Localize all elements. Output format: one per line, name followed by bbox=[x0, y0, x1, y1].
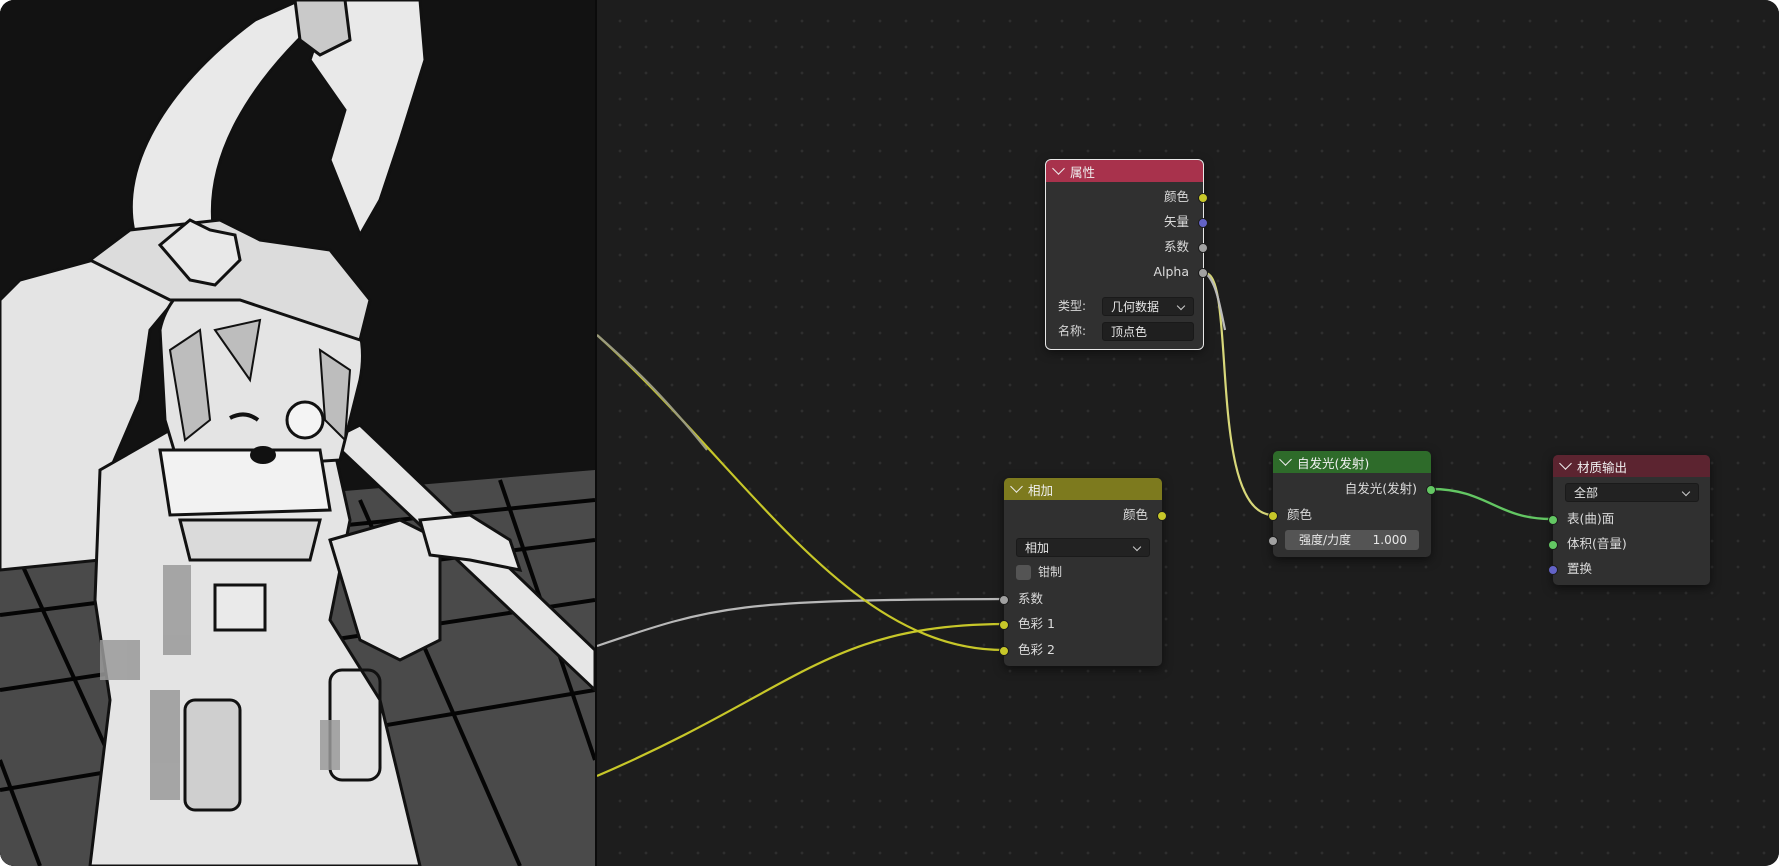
shader-socket-icon[interactable] bbox=[1426, 485, 1436, 495]
attribute-node-title: 属性 bbox=[1070, 164, 1096, 180]
mix-input-color1-label: 色彩 1 bbox=[1018, 616, 1055, 631]
material-output-node[interactable]: 材质输出 全部 表(曲)面 体积(音量) 置换 bbox=[1548, 455, 1710, 585]
mix-input-color1: 色彩 1 bbox=[999, 615, 1162, 633]
vector-socket-icon[interactable] bbox=[1198, 218, 1208, 228]
output-alpha-label: Alpha bbox=[1153, 264, 1189, 279]
strength-label: 强度/力度 bbox=[1299, 533, 1352, 547]
mix-input-color2-label: 色彩 2 bbox=[1018, 642, 1055, 657]
surface-label: 表(曲)面 bbox=[1567, 511, 1615, 526]
collapse-chevron-icon[interactable] bbox=[1052, 161, 1065, 175]
emission-output: 自发光(发射) bbox=[1273, 480, 1436, 498]
blend-mode-dropdown[interactable]: 相加 bbox=[1016, 538, 1150, 557]
viewport-render bbox=[0, 0, 595, 866]
attribute-type-value: 几何数据 bbox=[1111, 300, 1160, 314]
link-yellow-to-mix-color2 bbox=[597, 334, 1005, 652]
mix-node[interactable]: 相加 颜色 相加 钳制 系数 色彩 1 色彩 2 bbox=[999, 478, 1167, 666]
mix-input-color2: 色彩 2 bbox=[999, 641, 1162, 659]
color-socket-icon[interactable] bbox=[1157, 511, 1167, 521]
factor-socket-icon[interactable] bbox=[1198, 243, 1208, 253]
chevron-down-icon bbox=[1132, 542, 1142, 552]
emission-node-header[interactable]: 自发光(发射) bbox=[1273, 451, 1431, 473]
mix-node-header[interactable]: 相加 bbox=[1004, 478, 1162, 500]
collapse-chevron-icon[interactable] bbox=[1279, 452, 1292, 466]
output-input-volume: 体积(音量) bbox=[1548, 535, 1710, 553]
link-yellow-to-mix-color1 bbox=[597, 622, 1005, 778]
link-gray-to-mix-factor bbox=[597, 597, 1005, 648]
emission-input-color-label: 颜色 bbox=[1287, 507, 1313, 522]
vector-socket-icon[interactable] bbox=[1548, 565, 1558, 575]
emission-node-title: 自发光(发射) bbox=[1297, 455, 1370, 471]
strength-socket-icon[interactable] bbox=[1268, 536, 1278, 546]
name-label: 名称: bbox=[1058, 324, 1087, 338]
chevron-down-icon bbox=[1681, 487, 1691, 497]
displacement-label: 置换 bbox=[1567, 561, 1593, 576]
output-vector: 矢量 bbox=[1046, 213, 1208, 231]
attribute-type-dropdown[interactable]: 几何数据 bbox=[1102, 297, 1194, 316]
color-socket-icon[interactable] bbox=[1198, 193, 1208, 203]
mix-input-factor-label: 系数 bbox=[1018, 591, 1044, 606]
output-input-surface: 表(曲)面 bbox=[1548, 510, 1710, 528]
strength-value: 1.000 bbox=[1372, 533, 1407, 547]
material-output-title: 材质输出 bbox=[1577, 459, 1628, 475]
attribute-name-field[interactable]: 顶点色 bbox=[1102, 322, 1194, 341]
shader-socket-icon[interactable] bbox=[1548, 515, 1558, 525]
render-target-dropdown[interactable]: 全部 bbox=[1565, 483, 1699, 502]
chevron-down-icon bbox=[1176, 301, 1186, 311]
clamp-checkbox[interactable] bbox=[1016, 565, 1031, 580]
emission-node[interactable]: 自发光(发射) 自发光(发射) 颜色 强度/力度 1.000 bbox=[1268, 451, 1436, 557]
shader-socket-icon[interactable] bbox=[1548, 540, 1558, 550]
3d-viewport[interactable] bbox=[0, 0, 595, 866]
attribute-node-header[interactable]: 属性 bbox=[1046, 160, 1203, 182]
factor-socket-icon[interactable] bbox=[999, 595, 1009, 605]
mix-input-factor: 系数 bbox=[999, 590, 1162, 608]
shader-node-editor[interactable]: 属性 颜色 矢量 系数 Alpha 类型: 几何数据 名称: 顶点色 相加 颜色… bbox=[597, 0, 1779, 866]
link-emission-to-surface bbox=[1430, 487, 1552, 521]
type-label: 类型: bbox=[1058, 299, 1087, 313]
mix-node-title: 相加 bbox=[1028, 482, 1054, 498]
output-vector-label: 矢量 bbox=[1163, 214, 1189, 229]
collapse-chevron-icon[interactable] bbox=[1559, 456, 1572, 470]
mix-output-color: 颜色 bbox=[1004, 506, 1167, 524]
output-alpha: Alpha bbox=[1046, 263, 1208, 281]
clamp-label: 钳制 bbox=[1038, 565, 1063, 579]
output-input-displacement: 置换 bbox=[1548, 560, 1710, 578]
material-output-header[interactable]: 材质输出 bbox=[1553, 455, 1710, 477]
strength-slider[interactable]: 强度/力度 1.000 bbox=[1285, 530, 1419, 550]
collapse-chevron-icon[interactable] bbox=[1010, 479, 1023, 493]
alpha-socket-icon[interactable] bbox=[1198, 268, 1208, 278]
output-color: 颜色 bbox=[1046, 188, 1208, 206]
color-socket-icon[interactable] bbox=[1268, 511, 1278, 521]
link-alpha-to-emission-color bbox=[1204, 271, 1274, 517]
emission-input-color: 颜色 bbox=[1268, 506, 1431, 524]
node-links bbox=[597, 271, 1552, 778]
blender-window: 属性 颜色 矢量 系数 Alpha 类型: 几何数据 名称: 顶点色 相加 颜色… bbox=[0, 0, 1779, 866]
output-factor: 系数 bbox=[1046, 238, 1208, 256]
attribute-node[interactable]: 属性 颜色 矢量 系数 Alpha 类型: 几何数据 名称: 顶点色 bbox=[1045, 159, 1208, 350]
output-color-label: 颜色 bbox=[1163, 189, 1189, 204]
render-target-value: 全部 bbox=[1574, 486, 1599, 500]
mix-output-color-label: 颜色 bbox=[1122, 507, 1148, 522]
emission-output-label: 自发光(发射) bbox=[1344, 481, 1417, 496]
attribute-name-value: 顶点色 bbox=[1111, 325, 1148, 339]
output-factor-label: 系数 bbox=[1163, 239, 1189, 254]
color-socket-icon[interactable] bbox=[999, 620, 1009, 630]
color-socket-icon[interactable] bbox=[999, 646, 1009, 656]
blend-mode-value: 相加 bbox=[1025, 541, 1050, 555]
volume-label: 体积(音量) bbox=[1567, 536, 1627, 551]
